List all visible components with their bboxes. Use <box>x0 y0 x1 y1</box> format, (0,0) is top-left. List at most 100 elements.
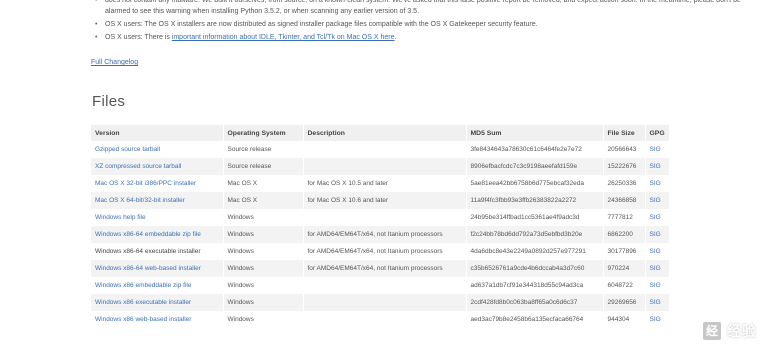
note-malware: • does not contain any malware. We built… <box>95 0 755 17</box>
cell-os: Windows <box>223 226 304 243</box>
cell-os: Windows <box>223 243 304 260</box>
cell-description <box>303 141 467 158</box>
cell-version: Windows x86-64 executable installer <box>91 243 224 260</box>
file-download-link[interactable]: Windows help file <box>95 214 146 221</box>
column-header-version: Version <box>91 125 224 141</box>
cell-version: Mac OS X 32-bit i386/PPC installer <box>91 175 224 192</box>
gpg-signature-link[interactable]: SIG <box>650 197 661 204</box>
table-row: Mac OS X 64-bit/32-bit installer Mac OS X… <box>91 192 670 209</box>
table-row: Windows x86 executable installer Windows 2… <box>91 294 670 311</box>
cell-version: Windows x86 executable installer <box>91 294 224 311</box>
files-table-body: Gzipped source tarball Source release 3fe8… <box>91 141 670 328</box>
bullet-icon: • <box>95 21 98 28</box>
cell-os: Windows <box>223 294 304 311</box>
cell-md5: 4da6dbc8e43e2249a0892d257e977291 <box>466 243 604 260</box>
cell-description: for Mac OS X 10.6 and later <box>303 192 467 209</box>
cell-size: 6048722 <box>603 277 646 294</box>
file-download-link[interactable]: XZ compressed source tarball <box>95 163 181 170</box>
file-download-link[interactable]: Windows x86 executable installer <box>95 299 191 306</box>
cell-version: Windows x86-64 web-based installer <box>91 260 224 277</box>
table-header-row: Version Operating System Description MD5… <box>91 125 670 141</box>
note-text: does not contain any malware. We built i… <box>105 0 741 15</box>
table-row: Windows x86 embeddable zip file Windows ad… <box>91 277 670 294</box>
cell-md5: 2cdf428fd8b0c063ba8ff65a0c6d6c37 <box>466 294 604 311</box>
cell-size: 24366858 <box>603 192 646 209</box>
cell-version: Gzipped source tarball <box>91 141 224 158</box>
cell-size: 20566643 <box>603 141 646 158</box>
file-download-link[interactable]: Mac OS X 32-bit i386/PPC installer <box>95 180 196 187</box>
gpg-signature-link[interactable]: SIG <box>650 214 661 221</box>
cell-description <box>303 311 467 328</box>
cell-gpg: SIG <box>645 158 670 175</box>
cell-version: Windows x86 embeddable zip file <box>91 277 224 294</box>
cell-description <box>303 158 467 175</box>
file-download-link[interactable]: Windows x86 embeddable zip file <box>95 282 191 289</box>
file-download-link[interactable]: Windows x86 web-based installer <box>95 316 191 323</box>
cell-md5: ad637a1db7cf91e344318d55c94ad3ca <box>466 277 604 294</box>
cell-os: Windows <box>223 209 304 226</box>
cell-gpg: SIG <box>645 277 670 294</box>
cell-version: Windows x86 web-based installer <box>91 311 224 328</box>
gpg-signature-link[interactable]: SIG <box>650 146 661 153</box>
full-changelog-link[interactable]: Full Changelog <box>91 59 138 66</box>
gpg-signature-link[interactable]: SIG <box>650 248 661 255</box>
cell-version: Mac OS X 64-bit/32-bit installer <box>91 192 224 209</box>
column-header-description: Description <box>303 125 467 141</box>
table-row: Windows x86-64 embeddable zip file Window… <box>91 226 670 243</box>
watermark-logo-icon: 经 <box>701 320 723 342</box>
watermark-text: 经验 <box>727 323 757 339</box>
file-download-link[interactable]: Windows x86-64 embeddable zip file <box>95 231 201 238</box>
cell-md5: 11a9f4fc3fbb93e3ffb26383822a2272 <box>466 192 604 209</box>
cell-size: 26250336 <box>603 175 646 192</box>
gpg-signature-link[interactable]: SIG <box>650 282 661 289</box>
cell-md5: f2c24bb78bd6dd792a73d5ebfbd3b20e <box>466 226 604 243</box>
cell-gpg: SIG <box>645 209 670 226</box>
cell-os: Windows <box>223 277 304 294</box>
note-text-end: . <box>394 34 397 41</box>
note-text: OS X users: There is <box>105 34 172 41</box>
cell-size: 15222676 <box>603 158 646 175</box>
table-row: Windows x86 web-based installer Windows ae… <box>91 311 670 328</box>
cell-os: Windows <box>223 260 304 277</box>
cell-gpg: SIG <box>645 243 670 260</box>
cell-os: Source release <box>223 141 304 158</box>
cell-description: for AMD64/EM64T/x64, not Itanium process… <box>303 226 467 243</box>
idle-tkinter-link[interactable]: important information about IDLE, Tkinte… <box>172 34 395 41</box>
note-text: OS X users: The OS X installers are now … <box>105 21 538 28</box>
cell-gpg: SIG <box>645 141 670 158</box>
gpg-signature-link[interactable]: SIG <box>650 299 661 306</box>
cell-size: 7777812 <box>603 209 646 226</box>
cell-gpg: SIG <box>645 260 670 277</box>
cell-gpg: SIG <box>645 175 670 192</box>
file-download-link[interactable]: Gzipped source tarball <box>95 146 160 153</box>
cell-version: Windows help file <box>91 209 224 226</box>
file-download-link[interactable]: Windows x86-64 web-based installer <box>95 265 201 272</box>
watermark: 经 经验 <box>701 320 757 342</box>
cell-md5: 3fe8434643a78630c61c6464fe2e7e72 <box>466 141 604 158</box>
cell-md5: c35b6526761a9cde4b6dccab4a3d7c60 <box>466 260 604 277</box>
table-row: Windows x86-64 executable installer Windo… <box>91 243 670 260</box>
cell-gpg: SIG <box>645 294 670 311</box>
gpg-signature-link[interactable]: SIG <box>650 163 661 170</box>
file-download-link[interactable]: Mac OS X 64-bit/32-bit installer <box>95 197 185 204</box>
cell-version: Windows x86-64 embeddable zip file <box>91 226 224 243</box>
gpg-signature-link[interactable]: SIG <box>650 265 661 272</box>
note-idle-tkinter: • OS X users: There is important informa… <box>95 32 755 43</box>
cell-md5: 24b95be314ffbad1cc5361ae4f9adc3d <box>466 209 604 226</box>
gpg-signature-link[interactable]: SIG <box>650 180 661 187</box>
cell-size: 29269656 <box>603 294 646 311</box>
cell-md5: 8906efbacfcdc7c3c9198aeefafd159e <box>466 158 604 175</box>
gpg-signature-link[interactable]: SIG <box>650 316 661 323</box>
cell-size: 944304 <box>603 311 646 328</box>
column-header-md5: MD5 Sum <box>466 125 604 141</box>
files-heading: Files <box>92 93 126 110</box>
cell-size: 970224 <box>603 260 646 277</box>
cell-description <box>303 209 467 226</box>
cell-description <box>303 277 467 294</box>
cell-size: 6862200 <box>603 226 646 243</box>
table-row: Windows x86-64 web-based installer Window… <box>91 260 670 277</box>
files-table: Version Operating System Description MD5… <box>91 125 670 328</box>
gpg-signature-link[interactable]: SIG <box>650 231 661 238</box>
file-download-link[interactable]: Windows x86-64 executable installer <box>95 248 201 255</box>
cell-version: XZ compressed source tarball <box>91 158 224 175</box>
